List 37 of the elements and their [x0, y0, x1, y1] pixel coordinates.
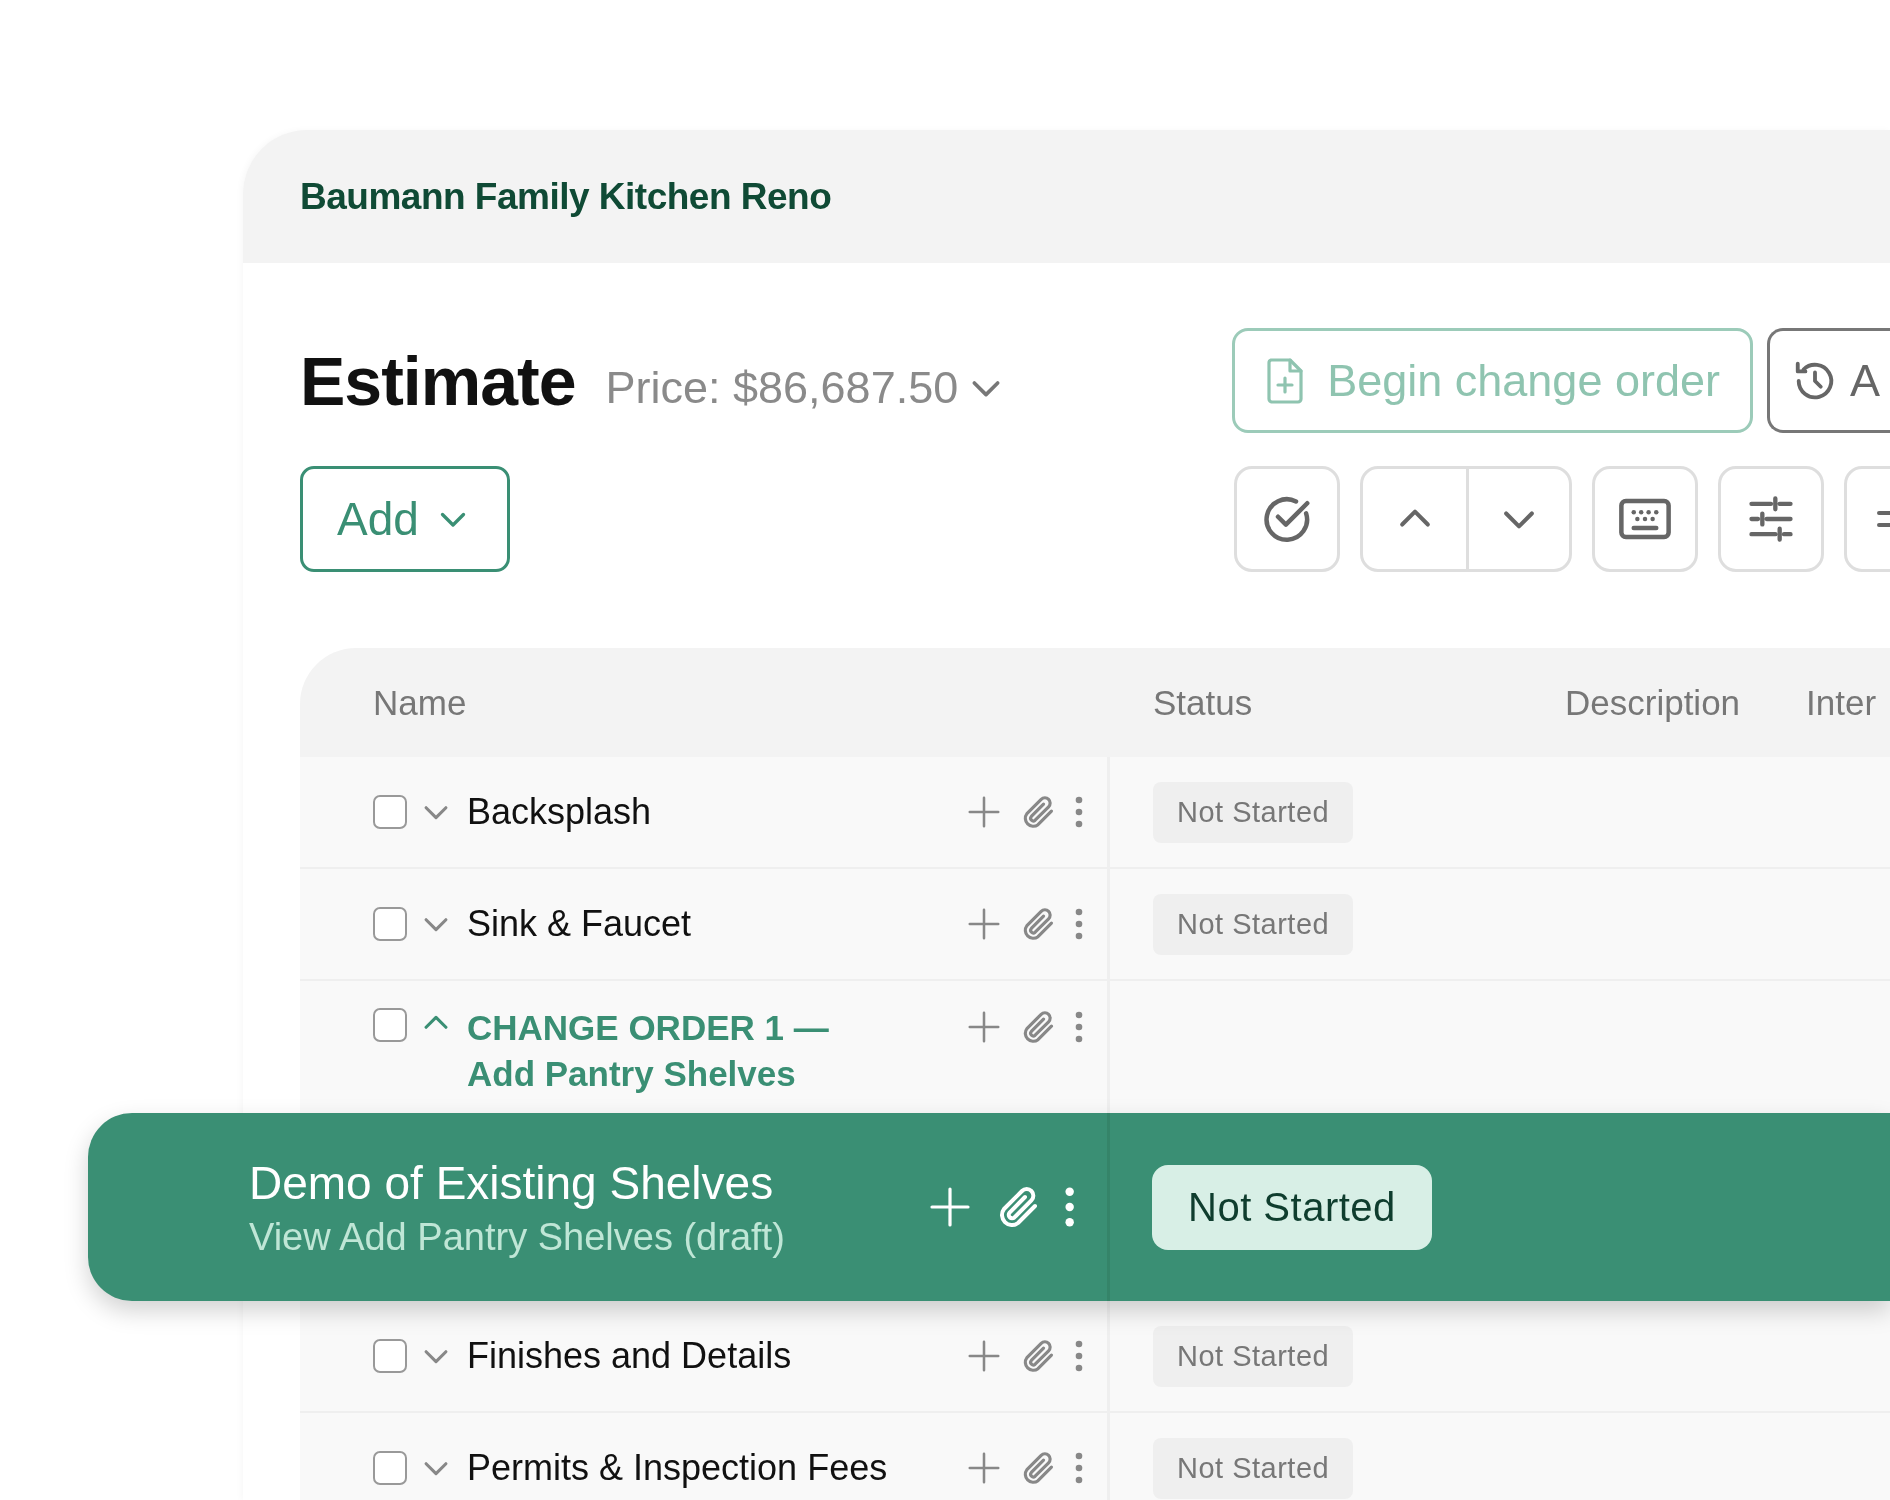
history-button[interactable]: A: [1767, 328, 1890, 433]
more-options-icon[interactable]: [1073, 1450, 1085, 1486]
item-name: Sink & Faucet: [467, 903, 692, 945]
status-badge: Not Started: [1153, 781, 1354, 843]
status-badge: Not Started: [1153, 1325, 1354, 1387]
project-title: Baumann Family Kitchen Reno: [300, 175, 832, 218]
draft-link[interactable]: View Add Pantry Shelves (draft): [249, 1215, 785, 1259]
check-circle-button[interactable]: [1234, 466, 1340, 572]
status-badge: Not Started: [1152, 1164, 1432, 1250]
adjustments-button[interactable]: [1718, 466, 1824, 572]
change-order-subtitle: Add Pantry Shelves: [467, 1054, 797, 1094]
status-badge: Not Started: [1153, 893, 1354, 955]
checkbox[interactable]: [373, 1451, 407, 1485]
item-name: Backsplash: [467, 791, 652, 833]
checkbox[interactable]: [373, 907, 407, 941]
checkbox[interactable]: [373, 1008, 407, 1042]
change-order-title: CHANGE ORDER 1 —: [467, 1008, 829, 1048]
status-badge: Not Started: [1153, 1437, 1354, 1499]
item-name: Finishes and Details: [467, 1335, 792, 1377]
keyboard-button[interactable]: [1592, 466, 1698, 572]
more-options-icon[interactable]: [1073, 794, 1085, 830]
item-name: Demo of Existing Shelves: [249, 1155, 775, 1210]
more-options-icon[interactable]: [1073, 1009, 1085, 1045]
page-title: Estimate: [300, 341, 576, 420]
checkbox[interactable]: [373, 795, 407, 829]
column-header: Description: [1565, 682, 1742, 723]
more-options-icon[interactable]: [1073, 906, 1085, 942]
price-text: Price: $86,687.50: [605, 361, 959, 414]
add-button[interactable]: Add: [300, 466, 510, 572]
more-options-icon[interactable]: [1073, 1338, 1085, 1374]
column-header: Name: [372, 682, 468, 723]
item-name: Permits & Inspection Fees: [467, 1447, 888, 1489]
keyboard-icon: [1618, 496, 1672, 542]
column-header: Status: [1152, 682, 1254, 723]
file-plus-icon: [1265, 356, 1306, 405]
checkbox[interactable]: [373, 1339, 407, 1373]
column-header: Inter: [1806, 682, 1878, 723]
